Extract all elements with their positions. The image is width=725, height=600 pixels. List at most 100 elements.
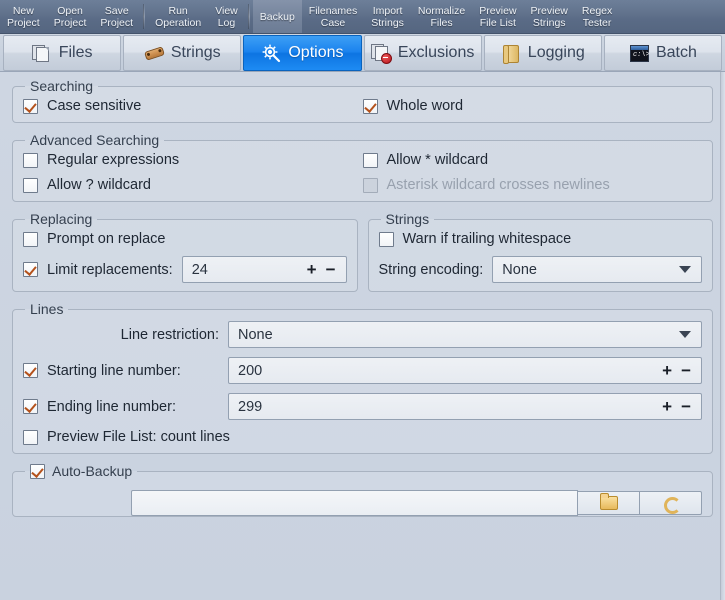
spinner-increment-button[interactable]: +	[307, 261, 317, 278]
row-replacing-strings: Replacing Prompt on replace Limit replac…	[12, 211, 713, 301]
ribbon-label-line1: Save Project	[100, 4, 134, 29]
ribbon-save-project[interactable]: Save Project	[93, 0, 140, 33]
group-advanced-searching-legend: Advanced Searching	[30, 132, 160, 148]
options-gear-icon	[261, 43, 281, 63]
checkbox-label: Prompt on replace	[47, 231, 166, 247]
group-auto-backup-legend: Auto-Backup	[25, 463, 137, 479]
refresh-icon	[663, 496, 681, 514]
checkbox-box	[362, 152, 378, 168]
checkbox-allow-star-wildcard[interactable]: Allow * wildcard	[362, 152, 703, 168]
checkbox-auto-backup[interactable]	[30, 463, 45, 479]
ribbon-preview-strings[interactable]: Preview Strings	[524, 0, 575, 33]
checkbox-label: Whole word	[386, 98, 464, 114]
checkbox-label: Limit replacements:	[47, 261, 173, 278]
group-advanced-searching: Advanced Searching Regular expressions A…	[12, 132, 713, 202]
ribbon-regex-tester[interactable]: Regex Tester	[575, 0, 619, 33]
label-line-restriction: Line restriction:	[120, 326, 219, 343]
ribbon-normalize-files[interactable]: Normalize Files	[411, 0, 472, 33]
spinner-increment-button[interactable]: +	[662, 398, 672, 415]
checkbox-box	[378, 231, 394, 247]
tab-files[interactable]: Files	[3, 35, 122, 71]
logging-scroll-icon	[501, 43, 521, 64]
ribbon-run-operation[interactable]: Run Operation	[148, 0, 208, 33]
checkbox-box	[362, 98, 378, 114]
input-auto-backup-path[interactable]	[131, 490, 578, 516]
tab-label: Batch	[655, 44, 697, 61]
checkbox-preview-file-list-count-lines[interactable]: Preview File List: count lines	[23, 429, 230, 445]
spinner-ending-line-number[interactable]: 299 + −	[228, 393, 702, 420]
ribbon-open-project[interactable]: Open Project	[47, 0, 94, 33]
checkbox-warn-trailing-whitespace[interactable]: Warn if trailing whitespace	[378, 231, 572, 247]
checkbox-case-sensitive[interactable]: Case sensitive	[23, 98, 363, 114]
tab-label: Exclusions	[397, 44, 475, 61]
checkbox-label: Regular expressions	[47, 152, 180, 168]
ribbon-label-line1: View Log	[215, 4, 238, 29]
spinner-decrement-button[interactable]: −	[681, 362, 691, 379]
ribbon-separator	[247, 4, 250, 29]
combobox-string-encoding[interactable]: None	[492, 256, 702, 283]
tab-options[interactable]: Options	[243, 35, 362, 71]
group-lines-legend: Lines	[30, 301, 64, 317]
ribbon-label-line1: Regex Tester	[581, 4, 613, 29]
checkbox-label: Warn if trailing whitespace	[402, 231, 572, 247]
tab-bar: Files Strings Options Exclusions Logging…	[0, 34, 725, 72]
tab-label: Strings	[170, 44, 221, 61]
ribbon-new-project[interactable]: New Project	[0, 0, 47, 33]
checkbox-box	[23, 177, 38, 193]
combobox-line-restriction[interactable]: None	[228, 321, 702, 348]
spinner-decrement-button[interactable]: −	[681, 398, 691, 415]
spinner-value: 299	[238, 398, 263, 415]
spinner-starting-line-number[interactable]: 200 + −	[228, 357, 702, 384]
reset-backup-path-button[interactable]	[640, 491, 702, 515]
ribbon-label-line1: Run Operation	[155, 4, 202, 29]
tab-strings[interactable]: Strings	[123, 35, 242, 71]
checkbox-whole-word[interactable]: Whole word	[362, 98, 703, 114]
checkbox-starting-line-number[interactable]: Starting line number:	[23, 363, 181, 379]
checkbox-prompt-on-replace[interactable]: Prompt on replace	[23, 231, 165, 247]
ribbon-label-line1: Normalize Files	[417, 4, 466, 29]
spinner-value: 24	[191, 261, 208, 278]
ribbon-label-line1: Import Strings	[371, 4, 404, 29]
chevron-down-icon[interactable]	[679, 331, 691, 338]
spinner-decrement-button[interactable]: −	[326, 261, 336, 278]
checkbox-box	[30, 463, 45, 479]
ribbon-separator	[143, 4, 146, 29]
ribbon-label-line1: Backup	[259, 10, 295, 23]
tab-batch[interactable]: c:\> Batch	[603, 35, 723, 71]
ribbon-preview-file-list[interactable]: Preview File List	[472, 0, 523, 33]
tab-logging[interactable]: Logging	[483, 35, 602, 71]
group-replacing-legend: Replacing	[30, 211, 93, 227]
checkbox-limit-replacements[interactable]: Limit replacements:	[23, 262, 173, 278]
checkbox-box	[23, 152, 38, 168]
combobox-value: None	[238, 326, 273, 343]
checkbox-ending-line-number[interactable]: Ending line number:	[23, 399, 176, 415]
checkbox-label: Allow ? wildcard	[47, 177, 151, 193]
files-icon	[31, 43, 52, 63]
checkbox-box	[23, 98, 38, 114]
ribbon-label-line1: Preview File List	[479, 4, 517, 29]
checkbox-box	[23, 262, 38, 277]
checkbox-label: Case sensitive	[47, 98, 142, 114]
chevron-down-icon[interactable]	[679, 266, 691, 273]
ribbon-import-strings[interactable]: Import Strings	[364, 0, 411, 33]
checkbox-allow-question-wildcard[interactable]: Allow ? wildcard	[23, 177, 363, 193]
group-strings: Strings Warn if trailing whitespace Stri…	[367, 211, 713, 292]
group-auto-backup: Auto-Backup	[12, 463, 713, 517]
checkbox-regular-expressions[interactable]: Regular expressions	[23, 152, 363, 168]
ribbon-backup[interactable]: Backup	[252, 0, 302, 33]
browse-backup-folder-button[interactable]	[578, 491, 640, 515]
checkbox-asterisk-crosses-newlines: Asterisk wildcard crosses newlines	[362, 177, 703, 193]
tab-exclusions[interactable]: Exclusions	[363, 35, 482, 71]
vertical-scrollbar[interactable]	[720, 72, 725, 600]
batch-console-icon: c:\>	[629, 43, 650, 63]
group-strings-legend: Strings	[385, 211, 430, 227]
checkbox-box	[23, 363, 38, 378]
ribbon-filenames-case[interactable]: Filenames Case	[302, 0, 364, 33]
group-auto-backup-label: Auto-Backup	[52, 463, 133, 479]
ribbon-view-log[interactable]: View Log	[208, 0, 245, 33]
ribbon-label-line1: Filenames Case	[308, 4, 358, 29]
checkbox-label: Asterisk wildcard crosses newlines	[386, 177, 610, 193]
spinner-increment-button[interactable]: +	[662, 362, 672, 379]
spinner-limit-replacements[interactable]: 24 + −	[181, 256, 347, 283]
checkbox-box	[23, 231, 38, 247]
